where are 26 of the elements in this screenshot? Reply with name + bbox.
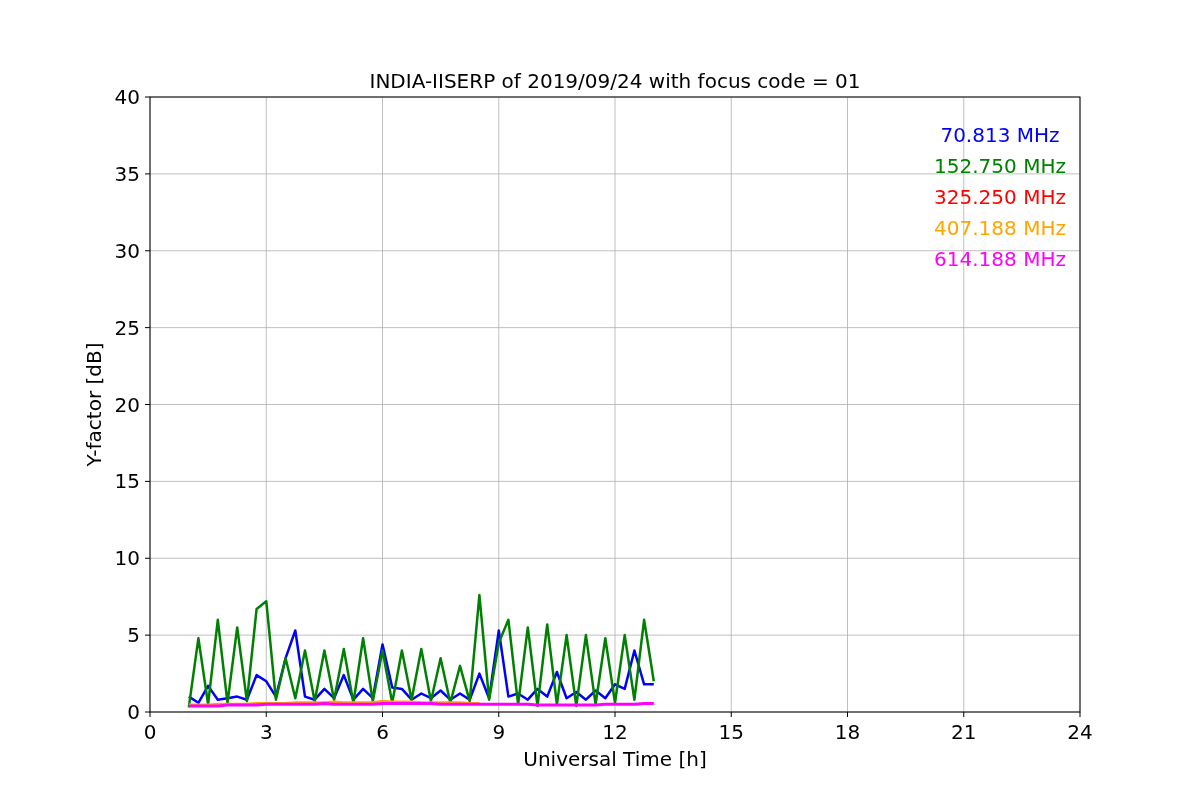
legend-label: 325.250 MHz <box>934 185 1066 209</box>
chart-title: INDIA-IISERP of 2019/09/24 with focus code = 01 <box>369 69 861 93</box>
tick-label: 15 <box>114 469 140 494</box>
tick-label: 12 <box>602 720 628 744</box>
legend-label: 70.813 MHz <box>940 123 1060 147</box>
tick-label: 5 <box>127 623 140 648</box>
legend-label: 614.188 MHz <box>934 247 1066 271</box>
tick-label: 9 <box>492 720 506 744</box>
tick-label: 21 <box>951 720 977 744</box>
tick-label: 24 <box>1067 720 1093 744</box>
tick-label: 10 <box>114 546 140 571</box>
tick-label: 40 <box>114 85 140 109</box>
x-axis-label: Universal Time [h] <box>523 747 707 771</box>
legend-label: 152.750 MHz <box>934 154 1066 178</box>
tick-label: 6 <box>376 720 389 744</box>
tick-label: 35 <box>114 161 140 186</box>
tick-label: 15 <box>718 720 744 744</box>
tick-label: 20 <box>114 392 140 417</box>
tick-label: 25 <box>114 315 140 340</box>
y-axis-label: Y-factor [dB] <box>82 342 106 467</box>
tick-label: 0 <box>127 700 140 724</box>
tick-label: 0 <box>143 720 157 744</box>
tick-label: 30 <box>114 238 140 263</box>
legend-label: 407.188 MHz <box>934 216 1066 240</box>
tick-label: 18 <box>834 720 861 744</box>
tick-label: 3 <box>259 720 273 744</box>
